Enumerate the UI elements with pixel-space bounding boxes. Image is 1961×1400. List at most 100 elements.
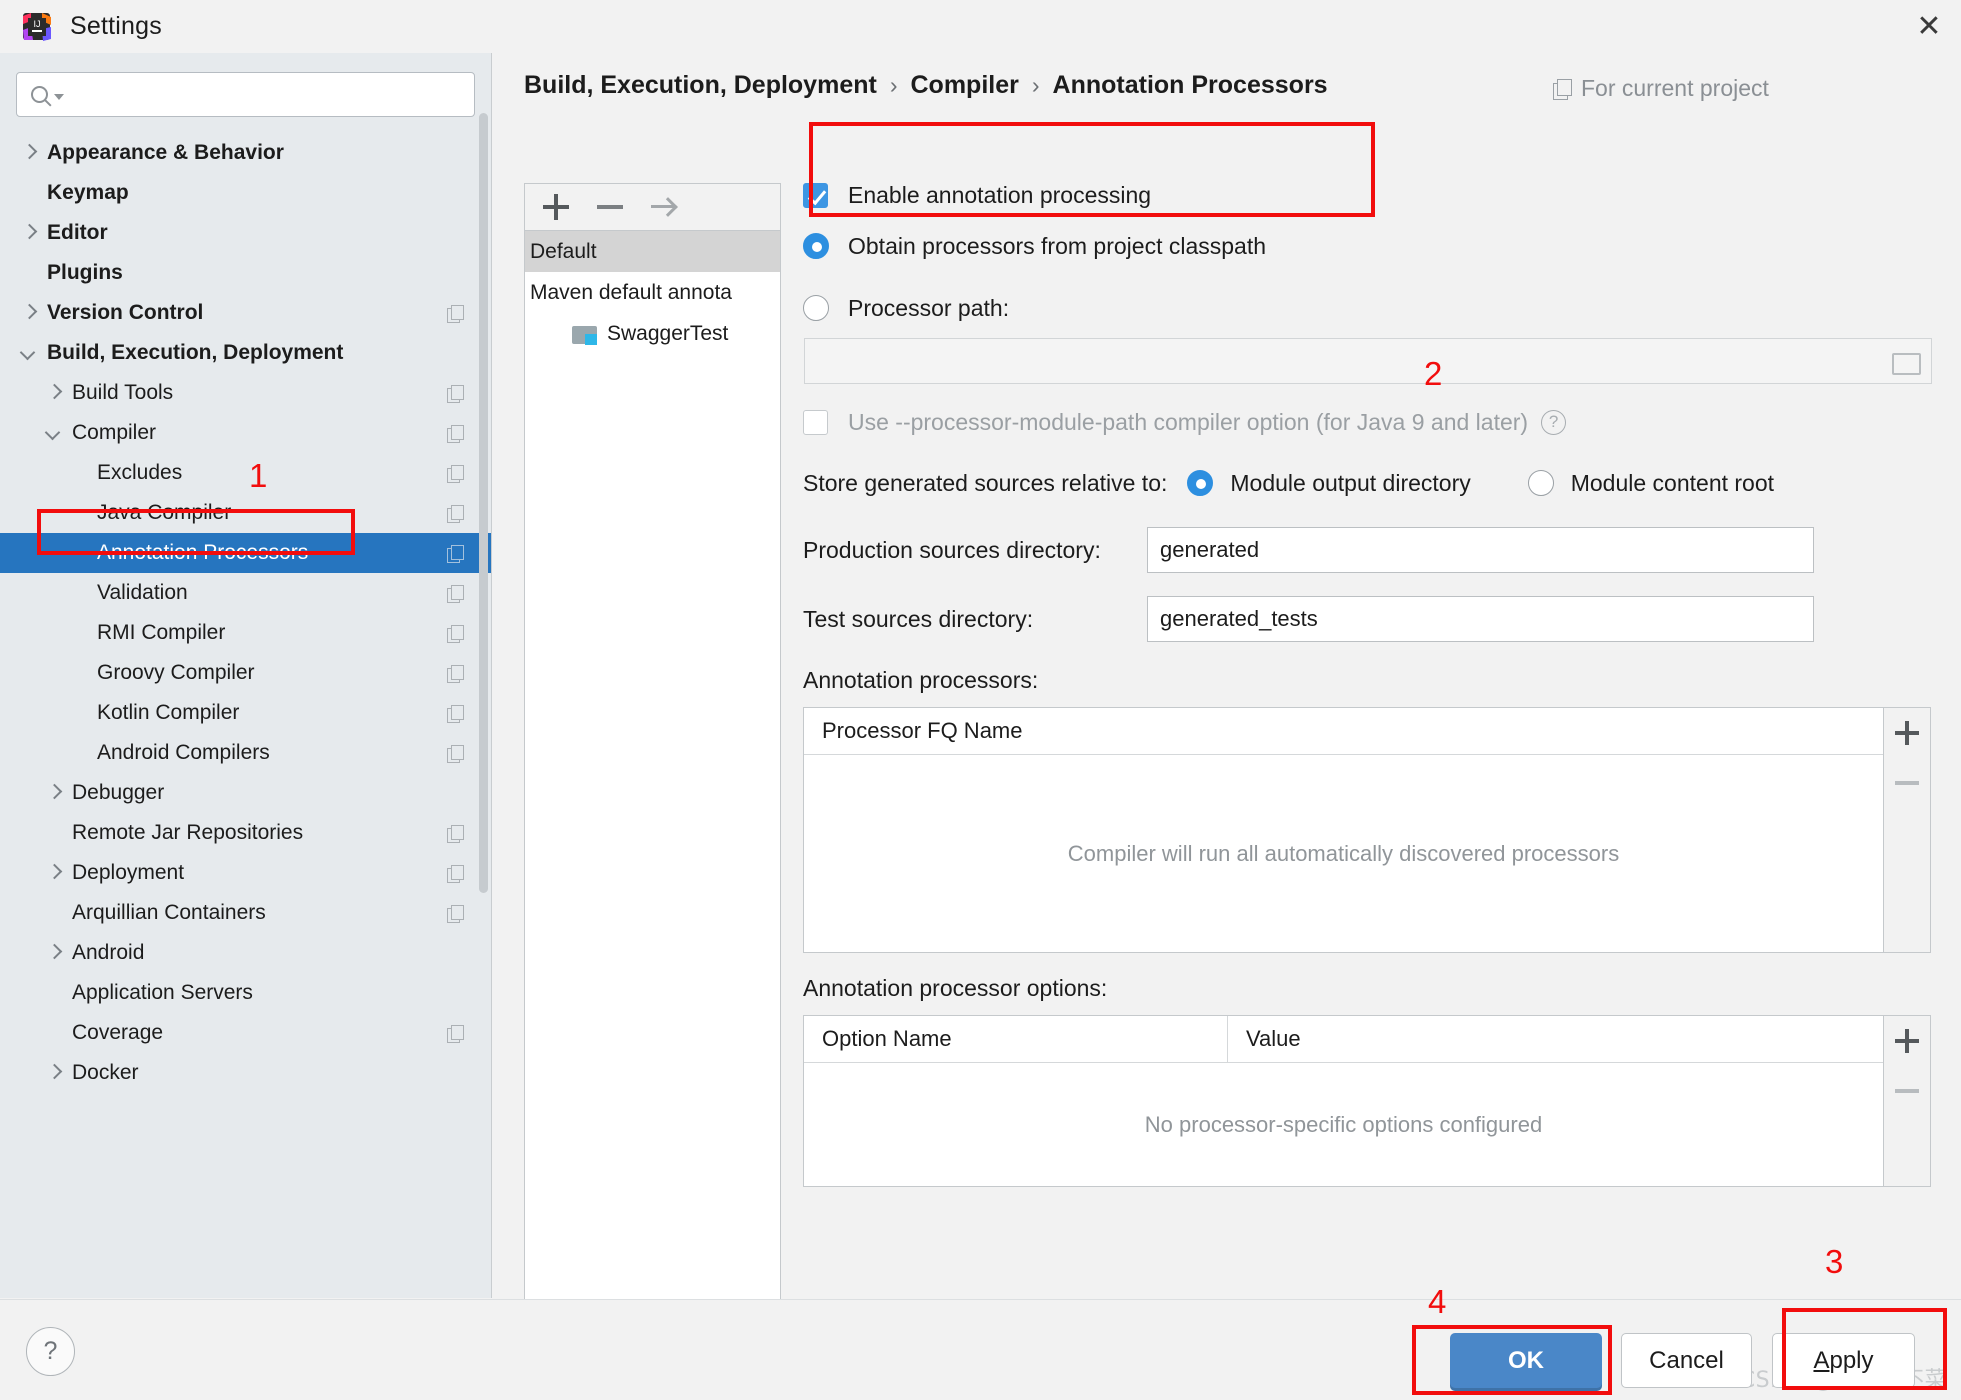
folder-icon[interactable]: [1892, 351, 1921, 375]
store-generated-sources-row: Store generated sources relative to: Mod…: [803, 461, 1933, 505]
sidebar-item-java-compiler[interactable]: Java Compiler: [0, 493, 491, 533]
options-table-header-row: Option Name Value: [804, 1016, 1883, 1063]
chevron-right-icon[interactable]: [18, 302, 40, 324]
chevron-right-icon[interactable]: [43, 942, 65, 964]
ok-button[interactable]: OK: [1450, 1333, 1602, 1388]
move-to-profile-button[interactable]: [651, 194, 677, 220]
sidebar-scrollbar[interactable]: [479, 113, 488, 893]
sidebar-item-build-execution-deployment[interactable]: Build, Execution, Deployment: [0, 333, 491, 373]
sidebar-item-android-compilers[interactable]: Android Compilers: [0, 733, 491, 773]
add-processor-button[interactable]: [1895, 721, 1919, 745]
module-output-directory-radio[interactable]: [1187, 470, 1214, 496]
profile-list-item[interactable]: SwaggerTest: [525, 313, 780, 354]
copy-icon: [447, 704, 464, 723]
annotation-processor-options-table[interactable]: Option Name Value No processor-specific …: [803, 1015, 1884, 1187]
enable-annotation-processing-label: Enable annotation processing: [848, 181, 1152, 208]
sidebar-item-application-servers[interactable]: Application Servers: [0, 973, 491, 1013]
processor-path-row[interactable]: Processor path:: [803, 286, 1933, 330]
search-input[interactable]: [72, 82, 402, 107]
annotation-processors-table[interactable]: Processor FQ Name Compiler will run all …: [803, 707, 1884, 953]
sidebar-item-label: Excludes: [97, 461, 183, 484]
breadcrumb-item-build[interactable]: Build, Execution, Deployment: [524, 71, 877, 100]
store-sources-label: Store generated sources relative to:: [803, 469, 1168, 496]
breadcrumb-separator: ›: [889, 72, 898, 98]
annotation-processors-label: Annotation processors:: [803, 667, 1039, 693]
sidebar-item-plugins[interactable]: Plugins: [0, 253, 491, 293]
remove-profile-button[interactable]: [597, 194, 623, 220]
help-button[interactable]: ?: [26, 1327, 75, 1376]
processor-module-path-checkbox[interactable]: [803, 409, 828, 435]
chevron-right-icon[interactable]: [43, 782, 65, 804]
profile-list-item[interactable]: Maven default annota: [525, 272, 780, 313]
scope-indicator: For current project: [1553, 75, 1769, 102]
table-header-row: Processor FQ Name: [804, 708, 1883, 755]
sidebar-item-rmi-compiler[interactable]: RMI Compiler: [0, 613, 491, 653]
column-header-option-name[interactable]: Option Name: [804, 1016, 1227, 1062]
chevron-down-icon[interactable]: [18, 342, 40, 364]
sidebar-item-arquillian-containers[interactable]: Arquillian Containers: [0, 893, 491, 933]
module-content-root-radio[interactable]: [1527, 470, 1554, 496]
chevron-down-icon[interactable]: [43, 422, 65, 444]
sidebar-item-docker[interactable]: Docker: [0, 1053, 491, 1093]
chevron-right-icon[interactable]: [43, 382, 65, 404]
sidebar-item-debugger[interactable]: Debugger: [0, 773, 491, 813]
copy-icon: [447, 1024, 464, 1043]
sidebar-item-editor[interactable]: Editor: [0, 213, 491, 253]
sidebar-item-compiler[interactable]: Compiler: [0, 413, 491, 453]
add-profile-button[interactable]: [543, 194, 569, 220]
sidebar-item-coverage[interactable]: Coverage: [0, 1013, 491, 1053]
processor-module-path-row[interactable]: Use --processor-module-path compiler opt…: [803, 400, 1933, 444]
profile-list-item[interactable]: Default: [525, 231, 780, 272]
chevron-right-icon[interactable]: [43, 862, 65, 884]
sidebar-item-kotlin-compiler[interactable]: Kotlin Compiler: [0, 693, 491, 733]
obtain-processors-row[interactable]: Obtain processors from project classpath: [803, 224, 1933, 268]
cancel-button[interactable]: Cancel: [1621, 1333, 1752, 1388]
annotation-processors-table-wrapper: Processor FQ Name Compiler will run all …: [803, 707, 1933, 953]
annotation-number-2: 2: [1424, 355, 1443, 392]
sidebar-item-label: Validation: [97, 581, 188, 604]
chevron-right-icon[interactable]: [43, 1062, 65, 1084]
production-sources-input[interactable]: generated: [1147, 527, 1814, 573]
enable-annotation-processing-row[interactable]: Enable annotation processing: [803, 173, 1933, 217]
column-header-value[interactable]: Value: [1227, 1016, 1883, 1062]
enable-annotation-processing-checkbox[interactable]: [803, 182, 828, 208]
chevron-right-icon[interactable]: [18, 222, 40, 244]
sidebar-item-version-control[interactable]: Version Control: [0, 293, 491, 333]
remove-processor-button[interactable]: [1895, 771, 1919, 795]
profiles-panel: Default Maven default annota SwaggerTest: [524, 183, 781, 1328]
obtain-from-classpath-radio[interactable]: [803, 233, 829, 259]
sidebar-item-appearance-behavior[interactable]: Appearance & Behavior: [0, 133, 491, 173]
annotation-processors-form: Enable annotation processing Obtain proc…: [803, 173, 1933, 1187]
close-icon[interactable]: ✕: [1897, 0, 1961, 53]
processor-path-radio[interactable]: [803, 295, 829, 321]
sidebar-item-annotation-processors[interactable]: Annotation Processors: [0, 533, 491, 573]
copy-icon: [447, 544, 464, 563]
sidebar-item-android[interactable]: Android: [0, 933, 491, 973]
breadcrumb-item-compiler[interactable]: Compiler: [911, 71, 1019, 100]
search-box[interactable]: [16, 72, 475, 117]
sidebar-item-build-tools[interactable]: Build Tools: [0, 373, 491, 413]
test-sources-input[interactable]: generated_tests: [1147, 596, 1814, 642]
annotation-processors-table-buttons: [1884, 707, 1931, 953]
sidebar-item-remote-jar-repositories[interactable]: Remote Jar Repositories: [0, 813, 491, 853]
sidebar-item-groovy-compiler[interactable]: Groovy Compiler: [0, 653, 491, 693]
add-option-button[interactable]: [1895, 1029, 1919, 1053]
sidebar-item-keymap[interactable]: Keymap: [0, 173, 491, 213]
question-mark-icon[interactable]: ?: [1541, 409, 1567, 435]
sidebar-item-deployment[interactable]: Deployment: [0, 853, 491, 893]
sidebar-item-label: Remote Jar Repositories: [72, 821, 304, 844]
column-header-processor-fq-name[interactable]: Processor FQ Name: [804, 708, 1883, 754]
apply-button[interactable]: Apply: [1772, 1333, 1915, 1388]
processor-path-input[interactable]: [804, 338, 1932, 384]
copy-icon: [447, 824, 464, 843]
chevron-down-icon: [54, 94, 64, 100]
remove-option-button[interactable]: [1895, 1079, 1919, 1103]
sidebar-item-validation[interactable]: Validation: [0, 573, 491, 613]
chevron-right-icon[interactable]: [18, 142, 40, 164]
sidebar-item-excludes[interactable]: Excludes: [0, 453, 491, 493]
sidebar-item-label: Build Tools: [72, 381, 174, 404]
